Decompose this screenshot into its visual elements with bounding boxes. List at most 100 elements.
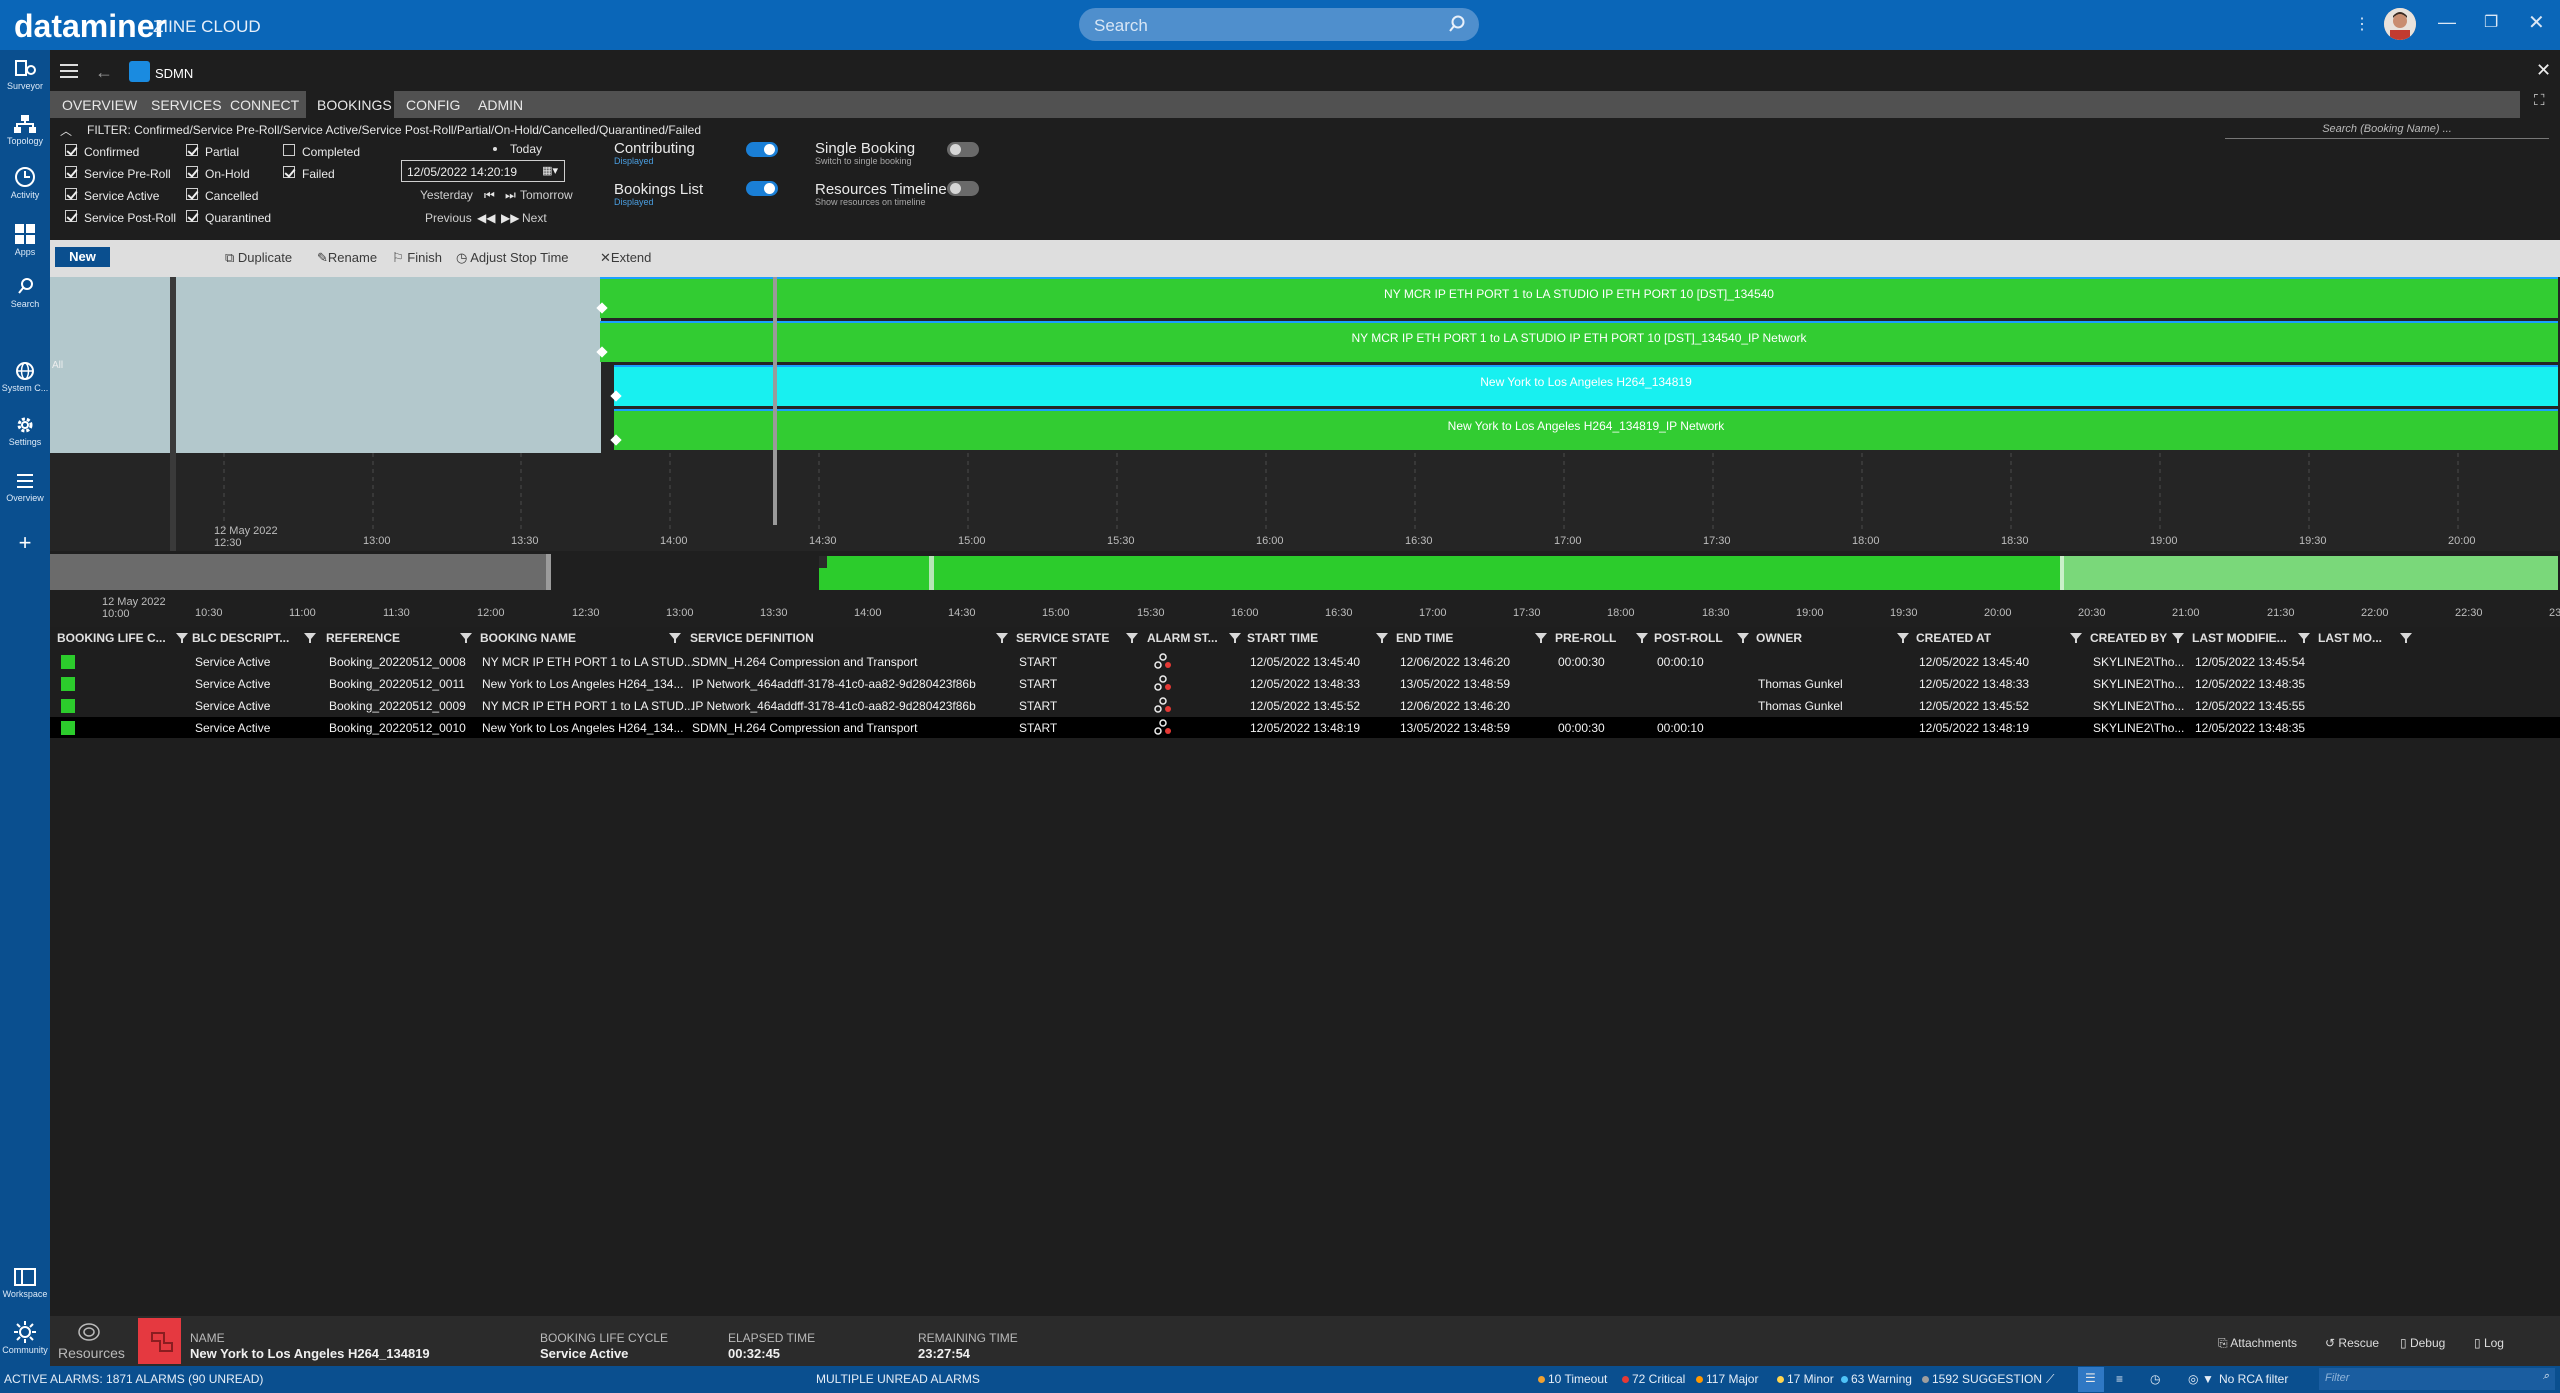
column-filter-icon[interactable]	[2070, 633, 2082, 643]
column-header[interactable]: END TIME	[1396, 631, 1453, 645]
tab-config[interactable]: CONFIG	[398, 91, 466, 118]
filter-icon[interactable]: ▼	[2202, 1372, 2214, 1386]
column-header[interactable]: OWNER	[1756, 631, 1802, 645]
nav-settings[interactable]: Settings	[0, 414, 50, 447]
checkbox-completed[interactable]	[283, 144, 295, 156]
column-header[interactable]: BOOKING NAME	[480, 631, 576, 645]
booking-search-input[interactable]: Search (Booking Name) ...	[2225, 123, 2549, 139]
skip-back-icon[interactable]: ⏮	[484, 188, 495, 203]
resources-timeline-toggle[interactable]	[947, 181, 979, 196]
column-header[interactable]: POST-ROLL	[1654, 631, 1723, 645]
global-search-input[interactable]: Search	[1079, 8, 1479, 41]
table-row[interactable]: Service Active Booking_20220512_0008 NY …	[50, 651, 2560, 672]
booking-bar[interactable]: New York to Los Angeles H264_134819_IP N…	[614, 409, 2558, 450]
tab-bookings[interactable]: BOOKINGS	[306, 91, 394, 118]
fullscreen-icon[interactable]: ⛶	[2534, 92, 2545, 109]
column-header[interactable]: REFERENCE	[326, 631, 400, 645]
column-header[interactable]: LAST MO...	[2318, 631, 2382, 645]
sort-icon[interactable]: ≡	[2116, 1372, 2123, 1386]
column-header[interactable]: SERVICE STATE	[1016, 631, 1109, 645]
column-header[interactable]: CREATED BY	[2090, 631, 2167, 645]
tab-connect[interactable]: CONNECT	[222, 91, 299, 118]
nav-system-center[interactable]: System C...	[0, 360, 50, 393]
date-picker[interactable]: 12/05/2022 14:20:19 ▦▾	[401, 160, 565, 182]
skip-forward-icon[interactable]: ⏭	[505, 188, 516, 203]
nav-community[interactable]: Community	[0, 1320, 50, 1355]
single-booking-toggle[interactable]	[947, 142, 979, 157]
calendar-icon[interactable]: ▦▾	[542, 164, 558, 177]
history-icon[interactable]: ◷	[2150, 1372, 2160, 1386]
focus-icon[interactable]: ◎	[2188, 1372, 2198, 1386]
fast-forward-icon[interactable]: ▶▶	[501, 211, 519, 225]
timeout-count[interactable]: 10 Timeout	[1548, 1372, 1607, 1386]
adjust-stop-time-button[interactable]: ◷ Adjust Stop Time	[456, 250, 569, 266]
column-filter-icon[interactable]	[176, 633, 188, 643]
checkbox-service-active[interactable]	[65, 188, 77, 200]
search-icon[interactable]	[1447, 14, 1467, 34]
overview-visible-window[interactable]	[50, 554, 550, 590]
column-filter-icon[interactable]	[2400, 633, 2412, 643]
tab-overview[interactable]: OVERVIEW	[54, 91, 137, 118]
new-booking-button[interactable]: New	[55, 247, 110, 267]
resources-icon[interactable]	[76, 1322, 102, 1342]
checkbox-on-hold[interactable]	[186, 166, 198, 178]
today-radio[interactable]	[493, 147, 497, 151]
checkbox-service-post-roll[interactable]	[65, 210, 77, 222]
column-filter-icon[interactable]	[996, 633, 1008, 643]
nav-overview[interactable]: Overview	[0, 470, 50, 503]
checkbox-quarantined[interactable]	[186, 210, 198, 222]
column-header[interactable]: START TIME	[1247, 631, 1318, 645]
column-header[interactable]: SERVICE DEFINITION	[690, 631, 814, 645]
column-header[interactable]: LAST MODIFIE...	[2192, 631, 2287, 645]
column-filter-icon[interactable]	[460, 633, 472, 643]
duplicate-button[interactable]: ⧉ Duplicate	[225, 250, 292, 266]
yesterday-button[interactable]: Yesterday	[420, 188, 473, 202]
active-alarms-count[interactable]: ACTIVE ALARMS: 1871 ALARMS (90 UNREAD)	[4, 1372, 263, 1386]
today-label[interactable]: Today	[510, 142, 542, 156]
more-options-icon[interactable]: ⋮	[2354, 14, 2370, 34]
rewind-icon[interactable]: ◀◀	[477, 211, 495, 225]
nav-activity[interactable]: Activity	[0, 165, 50, 200]
column-filter-icon[interactable]	[1897, 633, 1909, 643]
column-filter-icon[interactable]	[1636, 633, 1648, 643]
column-filter-icon[interactable]	[669, 633, 681, 643]
nav-search[interactable]: Search	[0, 276, 50, 309]
close-window-button[interactable]: ✕	[2528, 10, 2545, 35]
list-view-icon[interactable]: ☰	[2078, 1367, 2104, 1392]
search-icon[interactable]: ⌕	[2543, 1370, 2549, 1383]
unread-alarms[interactable]: MULTIPLE UNREAD ALARMS	[816, 1372, 980, 1386]
close-card-icon[interactable]: ✕	[2536, 60, 2551, 81]
column-filter-icon[interactable]	[1126, 633, 1138, 643]
column-header[interactable]: BOOKING LIFE C...	[57, 631, 166, 645]
warning-count[interactable]: 63 Warning	[1851, 1372, 1912, 1386]
column-filter-icon[interactable]	[304, 633, 316, 643]
chart-icon[interactable]: ⟋	[2046, 1372, 2054, 1387]
checkbox-cancelled[interactable]	[186, 188, 198, 200]
log-button[interactable]: ▯ Log	[2474, 1336, 2504, 1350]
table-row-selected[interactable]: Service Active Booking_20220512_0010 New…	[50, 717, 2560, 738]
column-header[interactable]: ALARM ST...	[1147, 631, 1218, 645]
booking-bar[interactable]: NY MCR IP ETH PORT 1 to LA STUDIO IP ETH…	[600, 321, 2558, 362]
column-filter-icon[interactable]	[1535, 633, 1547, 643]
minor-count[interactable]: 17 Minor	[1787, 1372, 1834, 1386]
overview-handle[interactable]	[2060, 556, 2064, 590]
critical-count[interactable]: 72 Critical	[1632, 1372, 1685, 1386]
tab-services[interactable]: SERVICES	[143, 91, 222, 118]
next-button[interactable]: Next	[522, 211, 547, 225]
tomorrow-button[interactable]: Tomorrow	[520, 188, 573, 202]
collapse-filter-icon[interactable]: ︿	[60, 122, 72, 139]
rca-filter[interactable]: No RCA filter	[2219, 1372, 2288, 1386]
booking-bar-selected[interactable]: New York to Los Angeles H264_134819	[614, 365, 2558, 406]
column-filter-icon[interactable]	[2172, 633, 2184, 643]
table-row[interactable]: Service Active Booking_20220512_0009 NY …	[50, 695, 2560, 716]
finish-button[interactable]: ⚐ Finish	[392, 250, 442, 266]
nav-surveyor[interactable]: Surveyor	[0, 58, 50, 91]
major-count[interactable]: 117 Major	[1706, 1372, 1758, 1386]
checkbox-failed[interactable]	[283, 166, 295, 178]
column-filter-icon[interactable]	[2298, 633, 2310, 643]
alarm-filter-input[interactable]: Filter ⌕	[2319, 1368, 2555, 1390]
minimize-button[interactable]: —	[2438, 12, 2456, 33]
column-header[interactable]: BLC DESCRIPT...	[192, 631, 289, 645]
overview-window-handle[interactable]	[546, 554, 551, 590]
back-arrow-icon[interactable]: ←	[95, 62, 113, 83]
